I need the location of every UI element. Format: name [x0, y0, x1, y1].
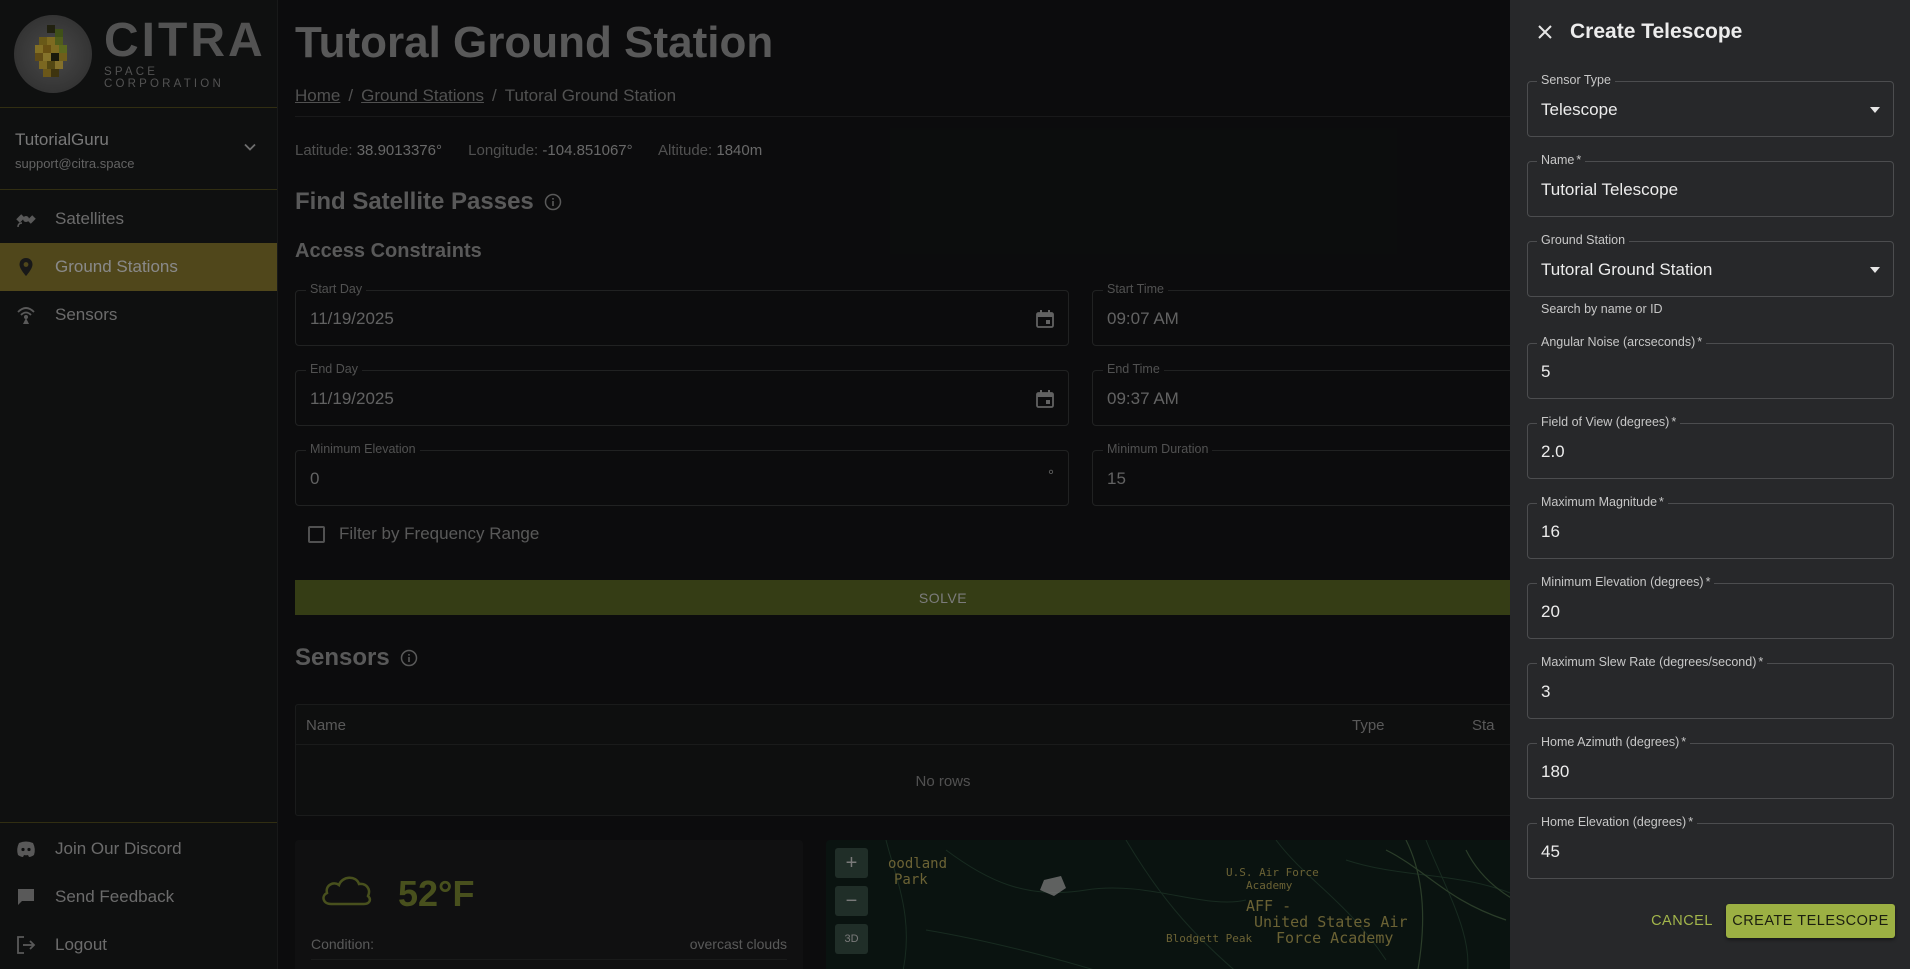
- input-home-elevation-degrees[interactable]: Home Elevation (degrees) * 45: [1527, 815, 1894, 879]
- required-mark: *: [1576, 153, 1582, 167]
- field-label: Field of View (degrees) *: [1537, 415, 1681, 429]
- required-mark: *: [1758, 655, 1764, 669]
- input-maximum-magnitude[interactable]: Maximum Magnitude * 16: [1527, 495, 1894, 559]
- ground-station-helper-text: Search by name or ID: [1541, 302, 1663, 316]
- required-mark: *: [1688, 815, 1694, 829]
- field-value: 16: [1541, 522, 1560, 541]
- input-field-of-view-degrees[interactable]: Field of View (degrees) * 2.0: [1527, 415, 1894, 479]
- field-label-text: Maximum Slew Rate (degrees/second): [1541, 655, 1757, 669]
- required-mark: *: [1705, 575, 1711, 589]
- input-minimum-elevation-degrees[interactable]: Minimum Elevation (degrees) * 20: [1527, 575, 1894, 639]
- select-ground-station[interactable]: Ground Station Tutoral Ground Station: [1527, 233, 1894, 297]
- create-telescope-drawer: Create Telescope Sensor Type Telescope Nam…: [1510, 0, 1910, 969]
- field-value: 2.0: [1541, 442, 1565, 461]
- modal-backdrop[interactable]: [0, 0, 1510, 969]
- field-label: Ground Station: [1537, 233, 1630, 247]
- field-value: 3: [1541, 682, 1551, 701]
- required-mark: *: [1671, 415, 1677, 429]
- create-telescope-button[interactable]: CREATE TELESCOPE: [1726, 904, 1895, 938]
- input-name[interactable]: Name * Tutorial Telescope: [1527, 153, 1894, 217]
- field-label-text: Minimum Elevation (degrees): [1541, 575, 1704, 589]
- field-label: Angular Noise (arcseconds) *: [1537, 335, 1707, 349]
- caret-down-icon[interactable]: [1870, 267, 1880, 273]
- field-label: Home Azimuth (degrees) *: [1537, 735, 1691, 749]
- caret-down-icon[interactable]: [1870, 107, 1880, 113]
- field-value: 45: [1541, 842, 1560, 861]
- field-label: Minimum Elevation (degrees) *: [1537, 575, 1715, 589]
- field-label: Maximum Magnitude *: [1537, 495, 1668, 509]
- required-mark: *: [1659, 495, 1664, 509]
- field-value: 5: [1541, 362, 1551, 381]
- field-label-text: Home Azimuth (degrees): [1541, 735, 1680, 749]
- select-sensor-type[interactable]: Sensor Type Telescope: [1527, 73, 1894, 137]
- required-mark: *: [1697, 335, 1703, 349]
- field-label-text: Angular Noise (arcseconds): [1541, 335, 1696, 349]
- field-value: Tutorial Telescope: [1541, 180, 1679, 199]
- field-label: Home Elevation (degrees) *: [1537, 815, 1698, 829]
- required-mark: *: [1681, 735, 1687, 749]
- field-value: 180: [1541, 762, 1570, 781]
- field-label: Maximum Slew Rate (degrees/second) *: [1537, 655, 1768, 669]
- drawer-title: Create Telescope: [1570, 20, 1743, 43]
- field-value: 20: [1541, 602, 1560, 621]
- field-label-text: Sensor Type: [1541, 73, 1611, 87]
- field-label: Sensor Type: [1537, 73, 1615, 87]
- field-value: Telescope: [1541, 100, 1618, 119]
- field-value: Tutoral Ground Station: [1541, 260, 1713, 279]
- field-label-text: Field of View (degrees): [1541, 415, 1670, 429]
- field-label-text: Name: [1541, 153, 1575, 167]
- field-label: Name *: [1537, 153, 1586, 167]
- field-label-text: Home Elevation (degrees): [1541, 815, 1687, 829]
- cancel-button[interactable]: CANCEL: [1640, 904, 1724, 938]
- input-home-azimuth-degrees[interactable]: Home Azimuth (degrees) * 180: [1527, 735, 1894, 799]
- close-icon[interactable]: [1535, 22, 1555, 42]
- input-maximum-slew-rate-degrees-second[interactable]: Maximum Slew Rate (degrees/second) * 3: [1527, 655, 1894, 719]
- field-label-text: Maximum Magnitude: [1541, 495, 1658, 509]
- input-angular-noise-arcseconds[interactable]: Angular Noise (arcseconds) * 5: [1527, 335, 1894, 399]
- field-label-text: Ground Station: [1541, 233, 1626, 247]
